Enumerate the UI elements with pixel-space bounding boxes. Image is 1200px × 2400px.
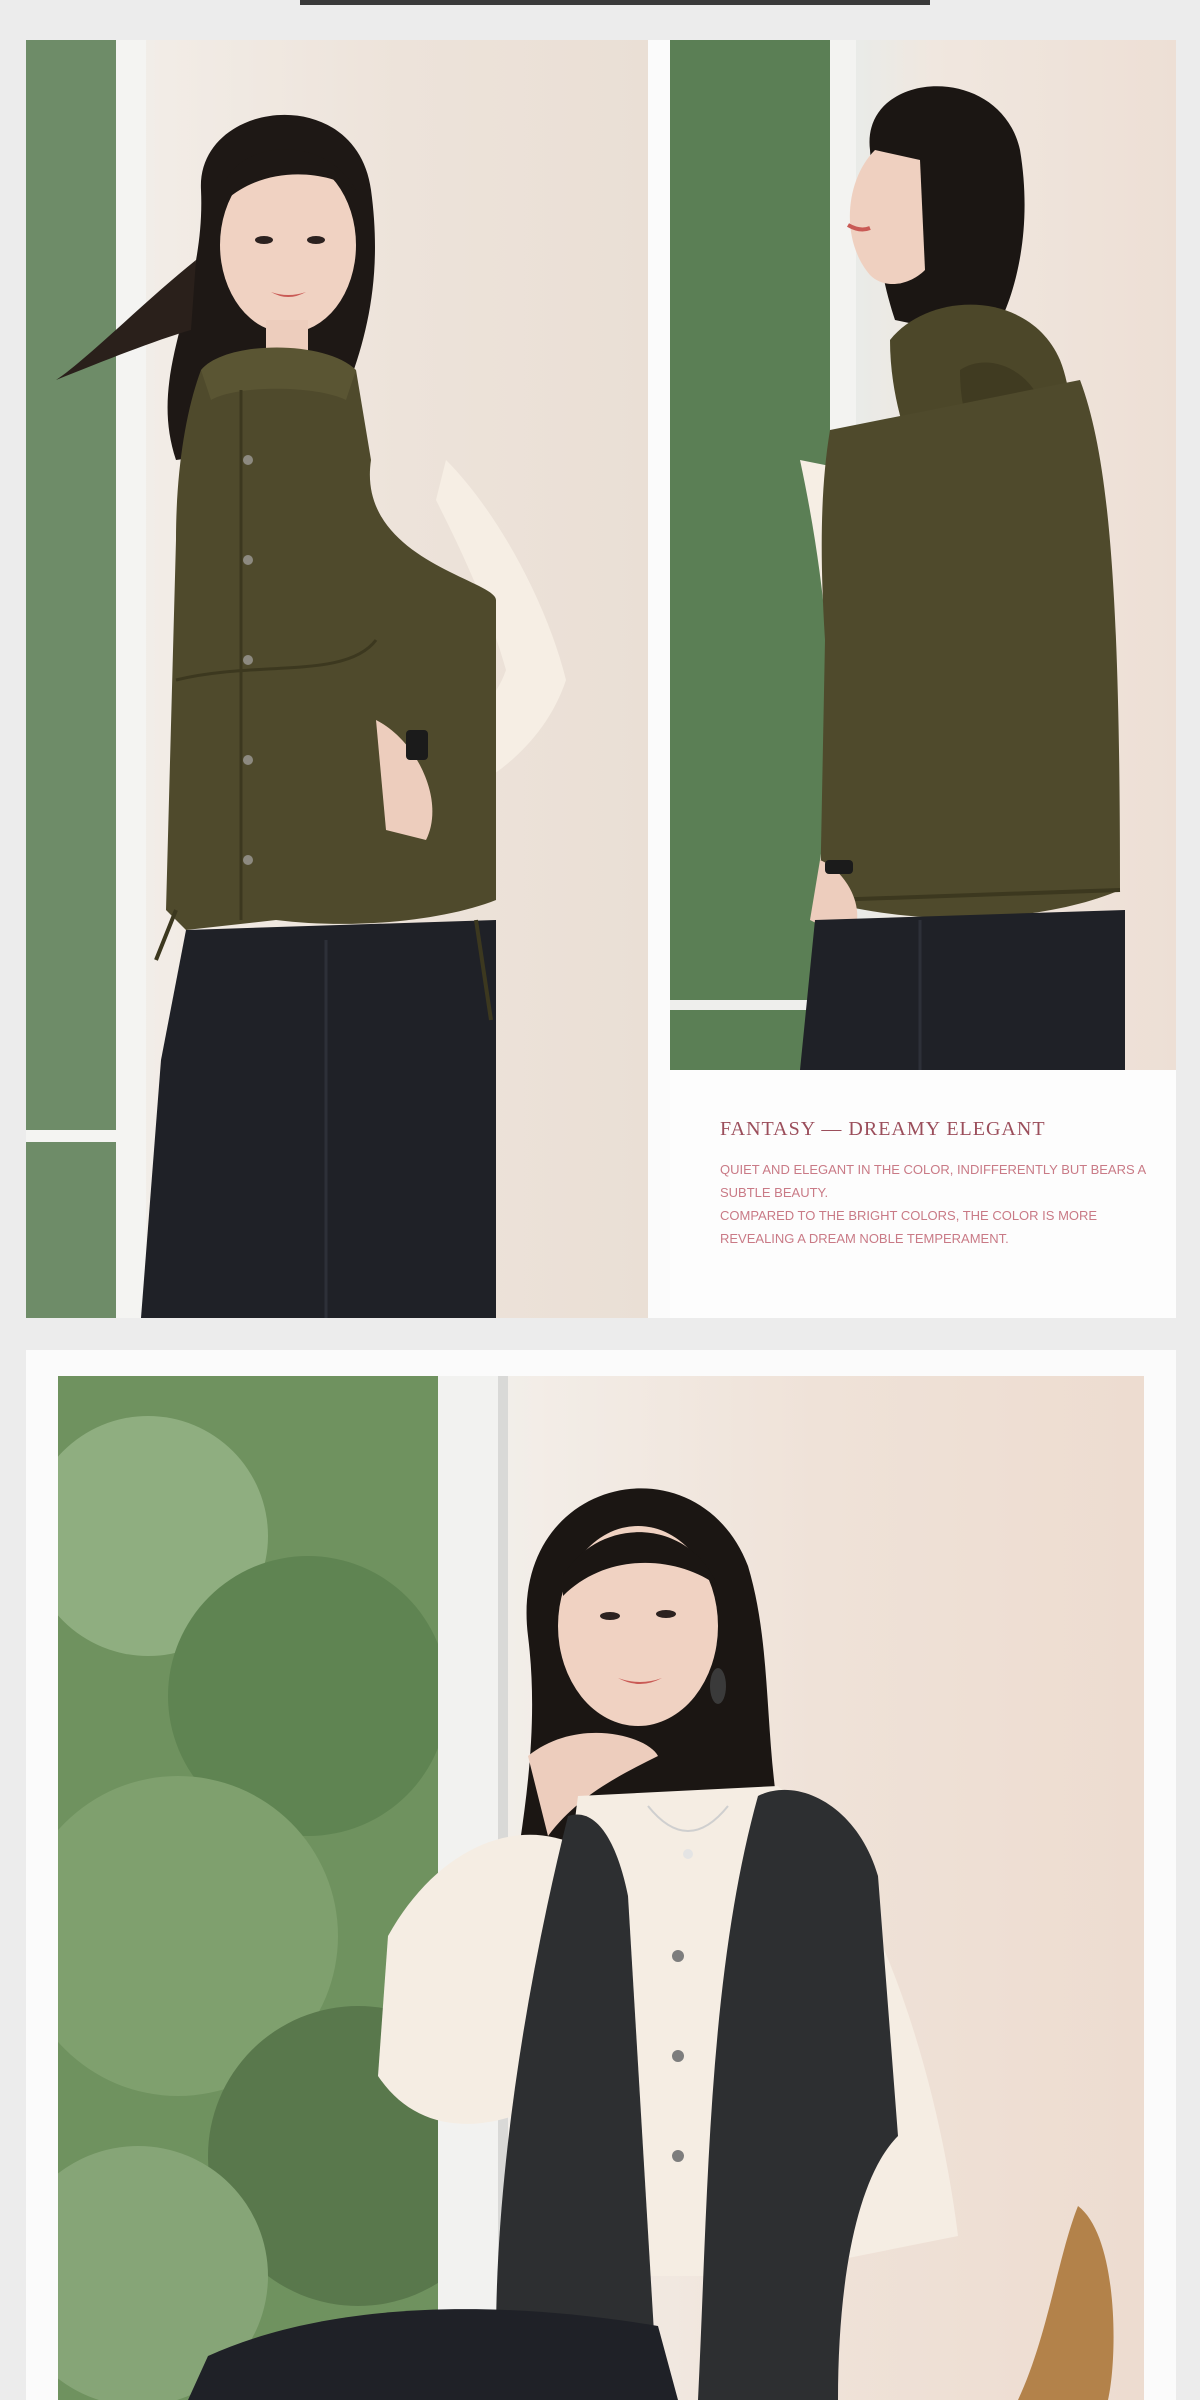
vest-photo-seated (58, 1376, 1144, 2400)
page-top-strip (0, 0, 1200, 40)
model-front-illustration (26, 40, 566, 1318)
product-card-olive: FANTASY — DREAMY ELEGANT QUIET AND ELEGA… (26, 40, 1176, 1318)
model-seated-illustration (58, 1376, 1114, 2400)
panel-title: FANTASY — DREAMY ELEGANT (720, 1118, 1046, 1140)
vest-photo-back (670, 40, 1176, 1070)
vest-photo-front (26, 40, 648, 1318)
panel-line-1: QUIET AND ELEGANT IN THE COLOR, INDIFFER… (720, 1162, 1146, 1200)
product-card-charcoal (26, 1350, 1176, 2400)
panel-body: QUIET AND ELEGANT IN THE COLOR, INDIFFER… (720, 1158, 1160, 1250)
top-bar-edge (300, 0, 930, 5)
model-back-illustration (670, 40, 1125, 1070)
panel-line-2: COMPARED TO THE BRIGHT COLORS, THE COLOR… (720, 1208, 1098, 1246)
description-panel: FANTASY — DREAMY ELEGANT QUIET AND ELEGA… (670, 1070, 1176, 1318)
